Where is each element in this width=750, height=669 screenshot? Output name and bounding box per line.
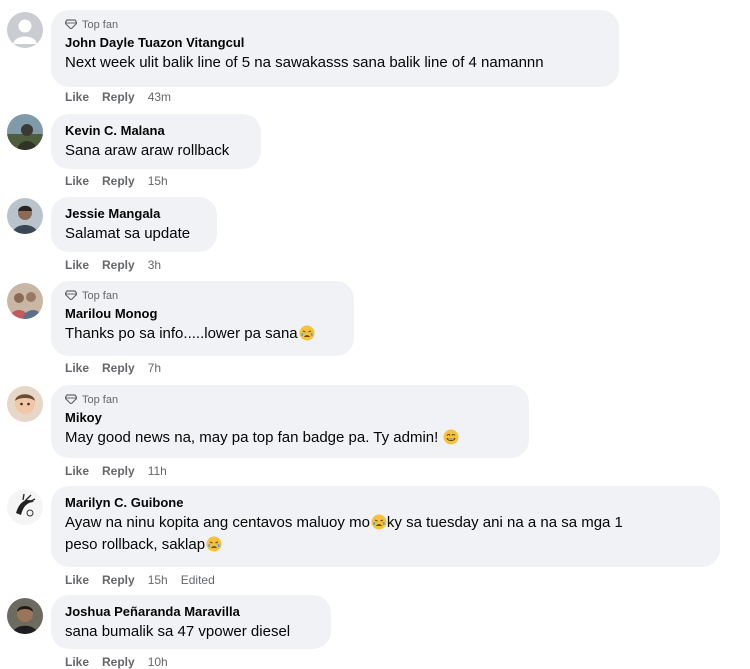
like-button[interactable]: Like <box>65 258 89 272</box>
like-button[interactable]: Like <box>65 361 89 375</box>
comment-actions: Like Reply 15h <box>65 174 168 188</box>
comment-author[interactable]: Mikoy <box>65 409 517 426</box>
top-fan-badge: Top fan <box>64 289 342 303</box>
comment-bubble: Kevin C. Malana Sana araw araw rollback <box>51 114 261 169</box>
top-fan-badge: Top fan <box>64 18 607 32</box>
comment-timestamp[interactable]: 7h <box>148 361 161 375</box>
comment-actions: Like Reply 11h <box>65 464 167 478</box>
comment-text: sana bumalik sa 47 vpower diesel <box>65 623 291 640</box>
comment-author[interactable]: John Dayle Tuazon Vitangcul <box>65 34 607 51</box>
diamond-icon <box>64 18 78 32</box>
comment-text: Ayaw na ninu kopita ang centavos maluoy … <box>65 512 708 556</box>
comment-actions: Like Reply 3h <box>65 258 161 272</box>
comment-text-part: peso rollback, saklap <box>65 536 206 553</box>
avatar[interactable] <box>7 114 43 150</box>
crying-face-icon <box>299 325 315 341</box>
top-fan-label: Top fan <box>82 394 119 406</box>
top-fan-label: Top fan <box>82 19 119 31</box>
avatar[interactable] <box>7 489 43 525</box>
comment-author[interactable]: Kevin C. Malana <box>65 122 249 139</box>
comment-text-part: Ayaw na ninu kopita ang centavos maluoy … <box>65 514 370 531</box>
avatar[interactable] <box>7 283 43 319</box>
crying-face-icon <box>371 514 387 530</box>
comment-actions: Like Reply 15h Edited <box>65 573 215 587</box>
comment-text-part: ky sa tuesday ani na a na sa mga 1 <box>386 514 623 531</box>
comment-actions: Like Reply 7h <box>65 361 161 375</box>
comment-timestamp[interactable]: 3h <box>148 258 161 272</box>
comment-author[interactable]: Jessie Mangala <box>65 205 205 222</box>
comment-text: May good news na, may pa top fan badge p… <box>65 427 517 449</box>
reply-button[interactable]: Reply <box>102 90 135 104</box>
avatar[interactable] <box>7 198 43 234</box>
avatar[interactable] <box>7 12 43 48</box>
like-button[interactable]: Like <box>65 464 89 478</box>
comment-actions: Like Reply 43m <box>65 90 171 104</box>
comment-bubble: Marilyn C. Guibone Ayaw na ninu kopita a… <box>51 486 720 567</box>
comment-text: Salamat sa update <box>65 225 191 242</box>
like-button[interactable]: Like <box>65 655 89 669</box>
comment-timestamp[interactable]: 15h <box>148 174 168 188</box>
like-button[interactable]: Like <box>65 174 89 188</box>
comment-author[interactable]: Marilyn C. Guibone <box>65 494 708 511</box>
top-fan-label: Top fan <box>82 290 119 302</box>
comment-bubble: Top fan John Dayle Tuazon Vitangcul Next… <box>51 10 619 87</box>
comment-text: Sana araw araw rollback <box>65 142 230 159</box>
comment-text-content: May good news na, may pa top fan badge p… <box>65 429 439 446</box>
crying-face-icon <box>206 536 222 552</box>
reply-button[interactable]: Reply <box>102 258 135 272</box>
comment-timestamp[interactable]: 43m <box>148 90 171 104</box>
avatar[interactable] <box>7 598 43 634</box>
comment-timestamp[interactable]: 10h <box>148 655 168 669</box>
like-button[interactable]: Like <box>65 90 89 104</box>
comment-author[interactable]: Joshua Peñaranda Maravilla <box>65 603 319 620</box>
diamond-icon <box>64 289 78 303</box>
reply-button[interactable]: Reply <box>102 655 135 669</box>
laughing-face-icon <box>443 429 459 445</box>
comment-bubble: Top fan Marilou Monog Thanks po sa info.… <box>51 281 354 356</box>
edited-label[interactable]: Edited <box>181 573 215 587</box>
comment-text-content: Thanks po sa info.....lower pa sana <box>65 325 298 342</box>
reply-button[interactable]: Reply <box>102 464 135 478</box>
comment-bubble: Top fan Mikoy May good news na, may pa t… <box>51 385 529 458</box>
reply-button[interactable]: Reply <box>102 573 135 587</box>
diamond-icon <box>64 393 78 407</box>
reply-button[interactable]: Reply <box>102 361 135 375</box>
comment-author[interactable]: Marilou Monog <box>65 305 342 322</box>
top-fan-badge: Top fan <box>64 393 517 407</box>
avatar[interactable] <box>7 386 43 422</box>
comment-actions: Like Reply 10h <box>65 655 168 669</box>
comment-bubble: Joshua Peñaranda Maravilla sana bumalik … <box>51 595 331 649</box>
comment-timestamp[interactable]: 15h <box>148 573 168 587</box>
like-button[interactable]: Like <box>65 573 89 587</box>
comment-bubble: Jessie Mangala Salamat sa update <box>51 197 217 252</box>
reply-button[interactable]: Reply <box>102 174 135 188</box>
comment-text: Thanks po sa info.....lower pa sana <box>65 323 342 345</box>
comment-text: Next week ulit balik line of 5 na sawaka… <box>65 54 544 71</box>
comment-timestamp[interactable]: 11h <box>148 464 167 478</box>
